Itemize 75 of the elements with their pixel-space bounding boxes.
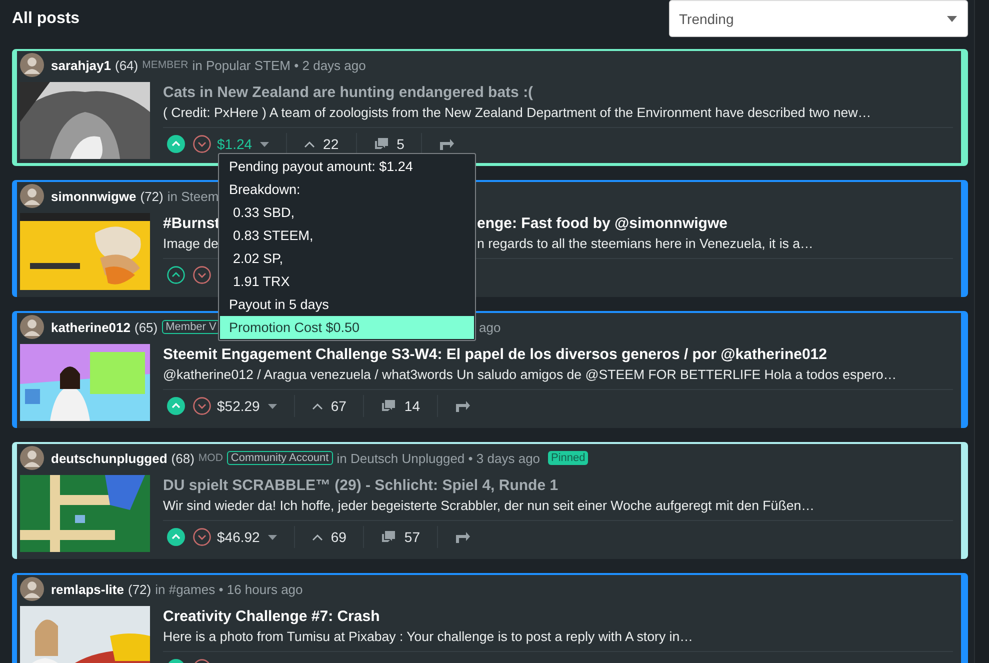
post-meta: in #games • 16 hours ago xyxy=(155,582,303,596)
caret-icon xyxy=(947,16,957,22)
reputation-score: (72) xyxy=(140,188,164,204)
role-label: MEMBER xyxy=(142,59,188,71)
reputation-score: (65) xyxy=(134,320,158,334)
post-title[interactable]: #Burnst xyxy=(163,214,220,232)
upvote-icon[interactable] xyxy=(167,135,185,153)
payout-amount[interactable]: $52.29 xyxy=(217,398,260,414)
comment-count[interactable]: 5 xyxy=(396,136,404,152)
reblog-icon[interactable] xyxy=(454,530,471,544)
reblog-icon[interactable] xyxy=(439,138,456,150)
popup-line: Pending payout amount: $1.24 xyxy=(228,158,414,176)
comment-count[interactable]: 14 xyxy=(404,398,420,414)
payout-amount[interactable]: $1.24 xyxy=(217,136,252,152)
post-title[interactable]: enge: Fast food by @simonnwigwe xyxy=(477,214,728,232)
caret-icon[interactable] xyxy=(268,404,277,408)
role-label: MOD xyxy=(198,452,223,464)
popup-line: 0.33 SBD, xyxy=(232,204,296,222)
author-name[interactable]: deutschunplugged xyxy=(51,450,168,466)
author-name[interactable]: simonnwigwe xyxy=(51,188,136,204)
vote-count[interactable]: 67 xyxy=(330,398,346,414)
payout-amount[interactable]: $46.92 xyxy=(217,529,260,545)
avatar-icon[interactable] xyxy=(20,577,44,601)
post-title[interactable]: Cats in New Zealand are hunting endangered bats :( xyxy=(163,84,534,100)
post-excerpt: n regards to all the steemians here in Venezuela, it is a… xyxy=(477,236,814,250)
reputation-score: (72) xyxy=(128,582,152,596)
chevron-up-icon[interactable] xyxy=(304,140,316,148)
downvote-icon[interactable] xyxy=(193,135,211,153)
downvote-icon[interactable] xyxy=(193,266,211,284)
post-title[interactable]: DU spielt SCRABBLE™ (29) - Schlicht: Spiel 4, Runde 1 xyxy=(163,476,558,494)
post-excerpt: Wir sind wieder da! Ich hoffe, jeder begeisterte Scrabbler, der nun seit einer Woche aufgeregt mit den Füßen… xyxy=(163,498,814,512)
chevron-up-icon[interactable] xyxy=(312,534,323,540)
post-meta: in Popular STEM • 2 days ago xyxy=(192,58,366,72)
comments-icon[interactable] xyxy=(374,137,389,151)
comments-icon[interactable] xyxy=(381,399,396,413)
author-name[interactable]: sarahjay1 xyxy=(51,58,111,72)
post-excerpt: @katherine012 / Aragua venezuela / what3words Un saludo amigos de @STEEM FOR BETTERLIFE Hola a todos espero… xyxy=(163,366,897,382)
post-meta: ago xyxy=(479,320,502,334)
post-title[interactable]: Creativity Challenge #7: Crash xyxy=(163,608,380,624)
popup-line: 2.02 SP, xyxy=(232,250,284,268)
comments-icon[interactable] xyxy=(381,530,396,544)
caret-icon[interactable] xyxy=(268,534,277,540)
upvote-icon[interactable] xyxy=(167,266,185,284)
downvote-icon[interactable] xyxy=(193,528,211,546)
sort-select[interactable]: Trending xyxy=(669,0,968,37)
downvote-icon[interactable] xyxy=(193,397,211,415)
page-title: All posts xyxy=(12,10,80,28)
post-excerpt: Image de xyxy=(163,236,218,250)
post-excerpt: Here is a photo from Tumisu at Pixabay : Your challenge is to post a reply with A story in… xyxy=(163,628,693,644)
popup-line: 0.83 STEEM, xyxy=(232,227,314,245)
author-name[interactable]: remlaps-lite xyxy=(51,582,124,596)
comment-count[interactable]: 57 xyxy=(404,529,420,545)
author-name[interactable]: katherine012 xyxy=(51,320,130,334)
post-title[interactable]: Steemit Engagement Challenge S3-W4: El papel de los diversos generos / por @katherine012 xyxy=(163,346,827,362)
upvote-icon[interactable] xyxy=(167,528,185,546)
popup-line: Payout in 5 days xyxy=(228,296,330,314)
reblog-icon[interactable] xyxy=(454,400,471,412)
post-excerpt: ( Credit: PxHere ) A team of zoologists from the New Zealand Department of the Environment have described two new… xyxy=(163,104,872,120)
vote-count[interactable]: 22 xyxy=(323,136,339,152)
popup-line: Breakdown: xyxy=(228,181,302,199)
avatar-icon[interactable] xyxy=(20,315,44,339)
avatar-icon[interactable] xyxy=(20,446,44,470)
author-badge: Community Account xyxy=(226,451,333,465)
avatar-icon[interactable] xyxy=(20,184,44,208)
vote-count[interactable]: 69 xyxy=(330,529,346,545)
caret-icon[interactable] xyxy=(260,142,270,146)
upvote-icon[interactable] xyxy=(167,397,185,415)
post-meta: in Deutsch Unplugged • 3 days ago xyxy=(336,450,540,466)
popup-line: 1.91 TRX xyxy=(232,273,291,291)
avatar-icon[interactable] xyxy=(20,53,44,77)
reputation-score: (64) xyxy=(115,58,138,72)
chevron-up-icon[interactable] xyxy=(312,402,323,410)
post-meta: in Steem xyxy=(167,188,219,204)
pinned-tag: Pinned xyxy=(548,451,588,465)
reputation-score: (68) xyxy=(171,450,194,466)
